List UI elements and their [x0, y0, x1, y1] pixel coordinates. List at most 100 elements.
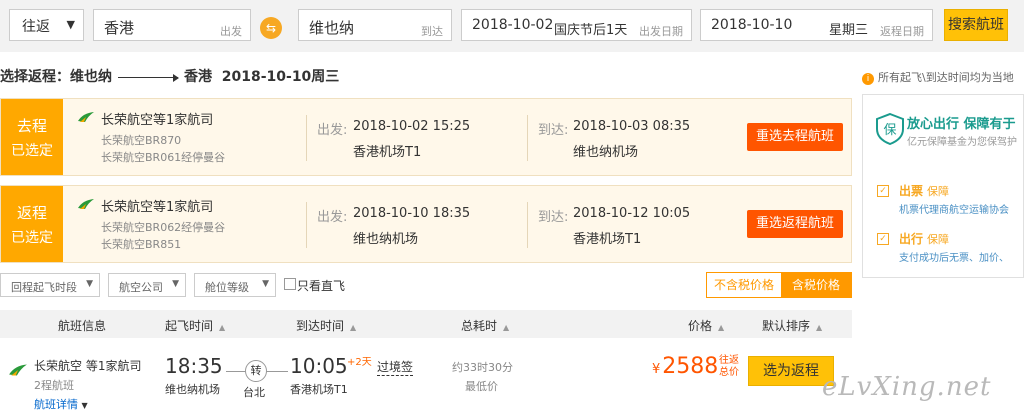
header-flight-info: 航班信息: [58, 317, 106, 334]
day-offset: +2天: [347, 357, 372, 368]
info-icon: i: [862, 73, 874, 85]
price-value: 2588: [662, 354, 719, 379]
reselect-return-button[interactable]: 重选返程航班: [747, 210, 843, 238]
selection-title-date: 2018-10-10周三: [221, 69, 340, 85]
selection-title-prefix: 选择返程：维也纳: [0, 69, 112, 85]
arrow-right-icon: [118, 73, 179, 82]
outbound-leg-card: 去程 已选定 长荣航空等1家航司 长荣航空BR870 长荣航空BR061经停曼谷…: [0, 98, 852, 176]
filter-return-time[interactable]: 回程起飞时段 ▼: [0, 273, 100, 297]
travel-assurance-title: 出行 保障: [899, 230, 949, 247]
airline-logo-icon: [78, 199, 94, 209]
shield-icon: 保: [876, 113, 904, 145]
header-duration[interactable]: 总耗时 ▲: [461, 317, 509, 334]
return-badge: 返程 已选定: [1, 186, 63, 262]
header-label: 到达时间: [296, 319, 345, 333]
from-city-input[interactable]: 香港 出发: [93, 9, 251, 41]
reselect-outbound-button[interactable]: 重选去程航班: [747, 123, 843, 151]
header-arrive-time[interactable]: 到达时间 ▲: [296, 317, 356, 334]
search-button[interactable]: 搜索航班: [944, 9, 1008, 41]
header-label: 航班信息: [58, 319, 107, 333]
search-bar: 往返 ▼ 香港 出发 ⇆ 维也纳 到达 2018-10-02 国庆节后1天 出发…: [0, 0, 1024, 52]
depart-date-hint: 出发日期: [639, 25, 683, 38]
assurance-item-label: 出行: [899, 232, 924, 246]
to-city-hint: 到达: [421, 25, 443, 38]
depart-label: 出发:: [317, 210, 348, 225]
currency-symbol: ¥: [652, 362, 661, 377]
header-label: 默认排序: [762, 319, 811, 333]
divider: [527, 115, 528, 161]
depart-airport: 香港机场T1: [353, 145, 422, 160]
assurance-item-tag: 保障: [927, 185, 950, 198]
sort-up-icon: ▲: [816, 323, 823, 332]
divider: [306, 115, 307, 161]
header-default-sort[interactable]: 默认排序 ▲: [762, 317, 822, 334]
airline-name: 长荣航空等1家航司: [101, 200, 214, 215]
from-city-value: 香港: [104, 19, 135, 37]
depart-time: 2018-10-10 18:35: [353, 206, 471, 221]
header-label: 总耗时: [461, 319, 498, 333]
assurance-title: 放心出行 保障有于: [907, 117, 1016, 132]
arrive-time: 2018-10-12 10:05: [573, 206, 691, 221]
chevron-down-icon: ▼: [262, 279, 269, 289]
watermark: eLvXing.net: [822, 372, 992, 402]
to-city-value: 维也纳: [309, 19, 355, 37]
ticket-assurance-desc[interactable]: 机票代理商航空运输协会: [899, 201, 1009, 216]
trip-type-select[interactable]: 往返 ▼: [9, 9, 84, 41]
header-label: 价格: [688, 319, 713, 333]
svg-text:保: 保: [883, 123, 896, 138]
filter-cabin-class[interactable]: 舱位等级 ▼: [194, 273, 276, 297]
header-price[interactable]: 价格 ▲: [688, 317, 724, 334]
return-date-input[interactable]: 2018-10-10 星期三 返程日期: [700, 9, 933, 41]
depart-airport: 维也纳机场: [353, 232, 419, 247]
trip-type-value: 往返: [22, 19, 50, 35]
price-incl-tax-option[interactable]: 含税价格: [781, 273, 851, 297]
arrive-label: 到达:: [538, 123, 569, 138]
badge-status: 已选定: [11, 230, 53, 246]
flight-number: 长荣航空BR851: [101, 238, 182, 251]
assurance-panel: 保 放心出行 保障有于 亿元保障基金为您保驾护 ✓ 出票 保障 机票代理商航空运输…: [862, 94, 1024, 278]
depart-date-input[interactable]: 2018-10-02 国庆节后1天 出发日期: [461, 9, 692, 41]
assurance-item-tag: 保障: [927, 233, 950, 246]
to-city-input[interactable]: 维也纳 到达: [298, 9, 452, 41]
divider: [527, 202, 528, 248]
lowest-price-tag: 最低价: [465, 380, 498, 393]
filter-label: 舱位等级: [205, 281, 249, 294]
flight-number: 长荣航空BR061经停曼谷: [101, 151, 226, 164]
arrive-label: 到达:: [538, 210, 569, 225]
arrive-airport: 香港机场T1: [573, 232, 642, 247]
chevron-down-icon: ▼: [66, 18, 75, 31]
result-depart-time: 18:35: [165, 354, 223, 378]
result-duration: 约33时30分: [452, 361, 513, 374]
swap-cities-icon[interactable]: ⇆: [260, 17, 282, 39]
price-excl-tax-option[interactable]: 不含税价格: [707, 273, 781, 297]
return-weekday: 星期三: [829, 23, 869, 38]
airline-logo-icon: [9, 364, 27, 376]
sort-up-icon: ▲: [718, 323, 725, 332]
outbound-badge: 去程 已选定: [1, 99, 63, 175]
direct-only-checkbox[interactable]: [284, 278, 296, 290]
roundtrip-total-tag: 往返总价: [719, 355, 739, 378]
sort-up-icon: ▲: [219, 323, 226, 332]
assurance-subtitle: 亿元保障基金为您保驾护: [907, 137, 1017, 148]
return-date-value: 2018-10-10: [711, 17, 793, 33]
timezone-note: i 所有起飞\到达时间均为当地: [862, 69, 1014, 85]
direct-only-label: 只看直飞: [297, 279, 346, 293]
depart-time: 2018-10-02 15:25: [353, 119, 471, 134]
flight-detail-label: 航班详情: [34, 398, 78, 411]
selection-title: 选择返程：维也纳 香港 2018-10-10周三: [0, 66, 339, 86]
result-airline: 长荣航空 等1家航司: [34, 359, 142, 373]
flight-number: 长荣航空BR062经停曼谷: [101, 221, 226, 234]
filter-label: 回程起飞时段: [11, 281, 77, 294]
travel-assurance-desc[interactable]: 支付成功后无票、加价、: [899, 249, 1009, 264]
depart-date-value: 2018-10-02: [472, 17, 554, 33]
flight-detail-link[interactable]: 航班详情 ▼: [34, 396, 88, 412]
result-depart-airport: 维也纳机场: [165, 383, 220, 396]
filter-airline[interactable]: 航空公司 ▼: [108, 273, 186, 297]
transit-visa-link[interactable]: 过境签: [377, 358, 414, 376]
results-table-header: 航班信息 起飞时间 ▲ 到达时间 ▲ 总耗时 ▲ 价格 ▲ 默认排序 ▲: [0, 310, 852, 338]
header-depart-time[interactable]: 起飞时间 ▲: [165, 317, 225, 334]
timezone-note-text: 所有起飞\到达时间均为当地: [878, 71, 1014, 84]
transfer-city: 台北: [243, 386, 265, 399]
divider: [306, 202, 307, 248]
assurance-item-label: 出票: [899, 184, 924, 198]
